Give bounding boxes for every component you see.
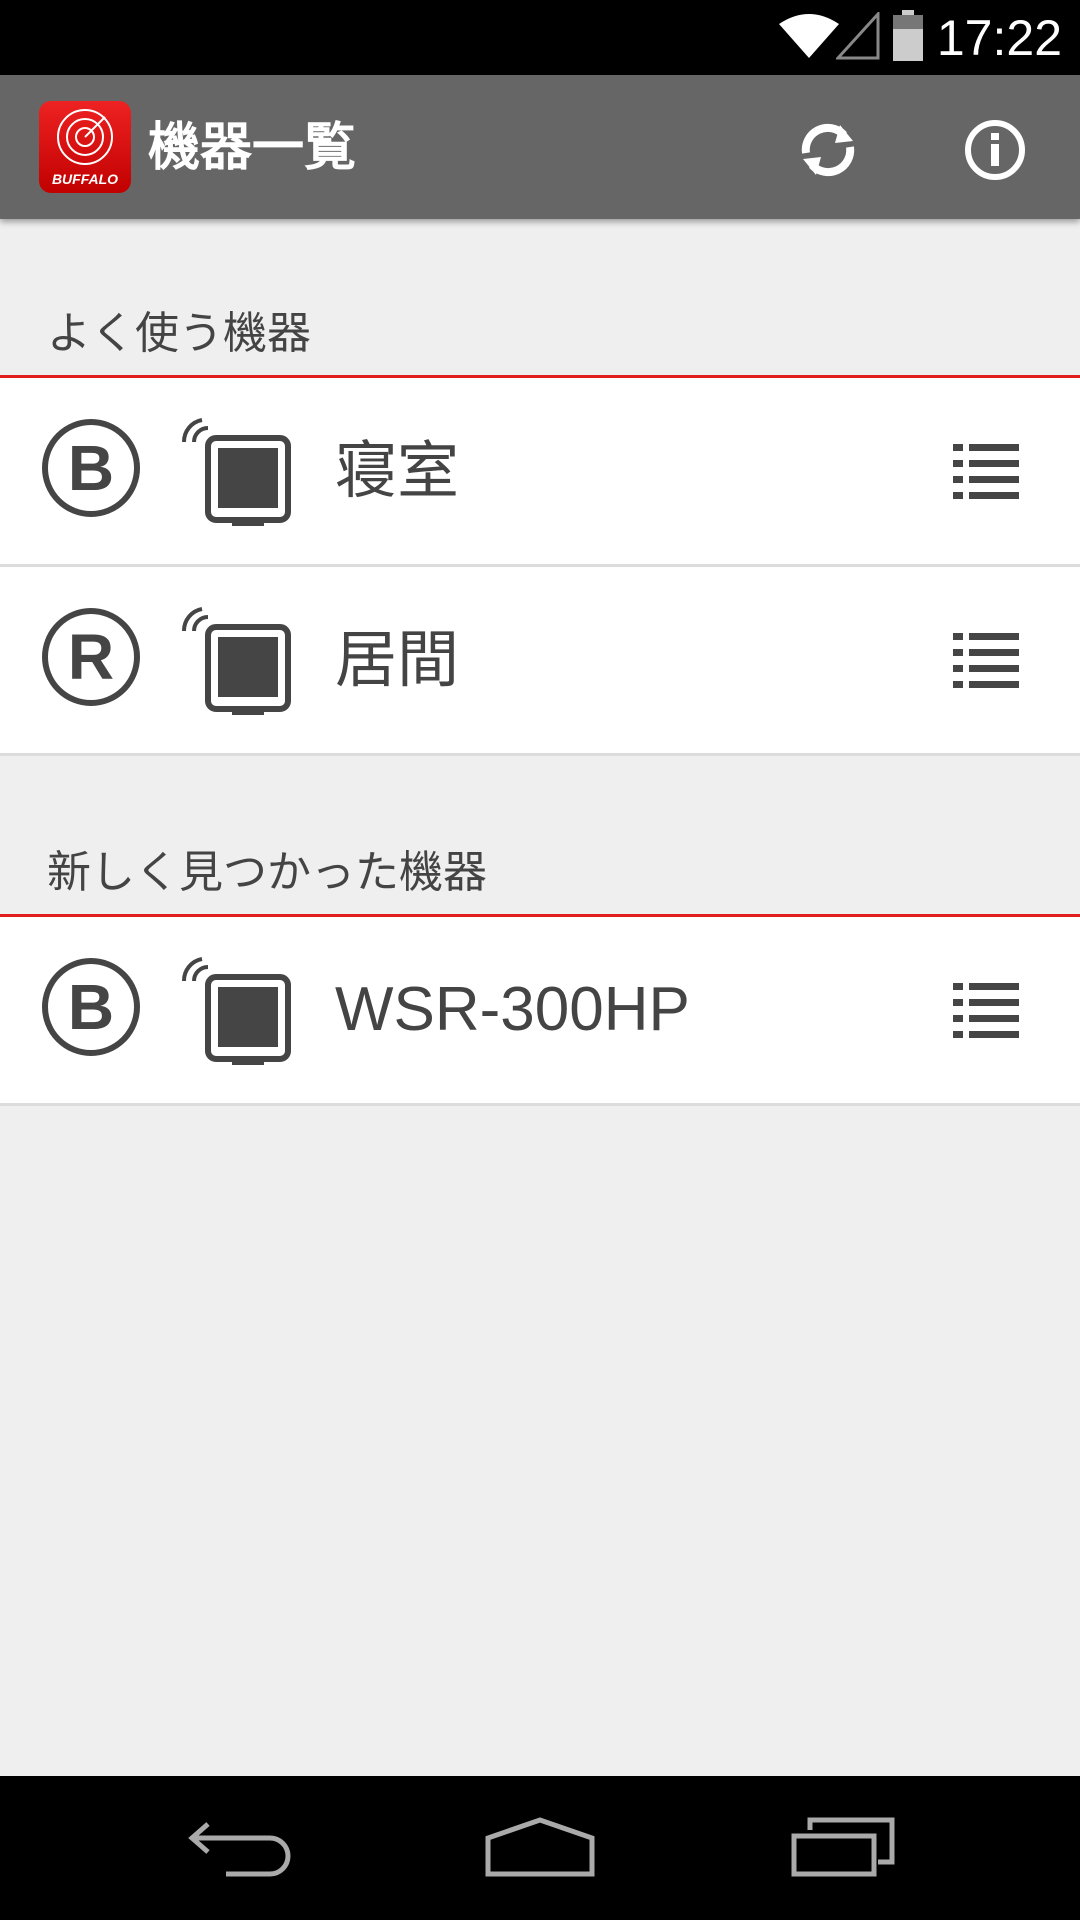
band-badge: B — [42, 419, 140, 517]
band-badge: B — [42, 958, 140, 1056]
router-icon — [181, 607, 291, 715]
section-title: よく使う機器 — [47, 308, 311, 359]
refresh-icon — [801, 123, 855, 177]
buffalo-logo: BUFFALO — [39, 101, 131, 193]
router-icon — [181, 418, 291, 526]
device-menu-button[interactable] — [953, 981, 1019, 1045]
refresh-button[interactable] — [793, 115, 863, 185]
device-name: 寝室 — [335, 434, 460, 507]
page-title: 機器一覧 — [148, 118, 357, 178]
band-badge: R — [42, 608, 140, 706]
status-bar: 17:22 — [0, 0, 1080, 75]
logo-text: BUFFALO — [51, 171, 119, 187]
info-icon — [965, 120, 1025, 180]
device-name: 居間 — [335, 623, 460, 696]
recent-apps-icon[interactable] — [790, 1816, 896, 1880]
info-button[interactable] — [960, 115, 1030, 185]
list-icon — [953, 633, 1019, 688]
device-row[interactable]: B WSR-300HP — [0, 917, 1080, 1106]
section-header-new: 新しく見つかった機器 — [0, 836, 1080, 917]
device-menu-button[interactable] — [953, 442, 1019, 506]
navigation-bar — [0, 1776, 1080, 1920]
cell-signal-icon — [836, 12, 880, 60]
device-row[interactable]: R 居間 — [0, 567, 1080, 756]
section-title: 新しく見つかった機器 — [47, 847, 487, 898]
list-icon — [953, 444, 1019, 499]
wifi-icon — [779, 14, 839, 58]
home-icon[interactable] — [484, 1816, 596, 1880]
section-header-frequent: よく使う機器 — [0, 297, 1080, 378]
back-icon[interactable] — [186, 1816, 292, 1880]
device-menu-button[interactable] — [953, 631, 1019, 695]
battery-icon — [893, 10, 923, 61]
status-time: 17:22 — [936, 10, 1062, 66]
list-icon — [953, 983, 1019, 1038]
app-bar: BUFFALO 機器一覧 — [0, 75, 1080, 219]
router-icon — [181, 957, 291, 1065]
device-name: WSR-300HP — [335, 975, 690, 1044]
device-row[interactable]: B 寝室 — [0, 378, 1080, 567]
